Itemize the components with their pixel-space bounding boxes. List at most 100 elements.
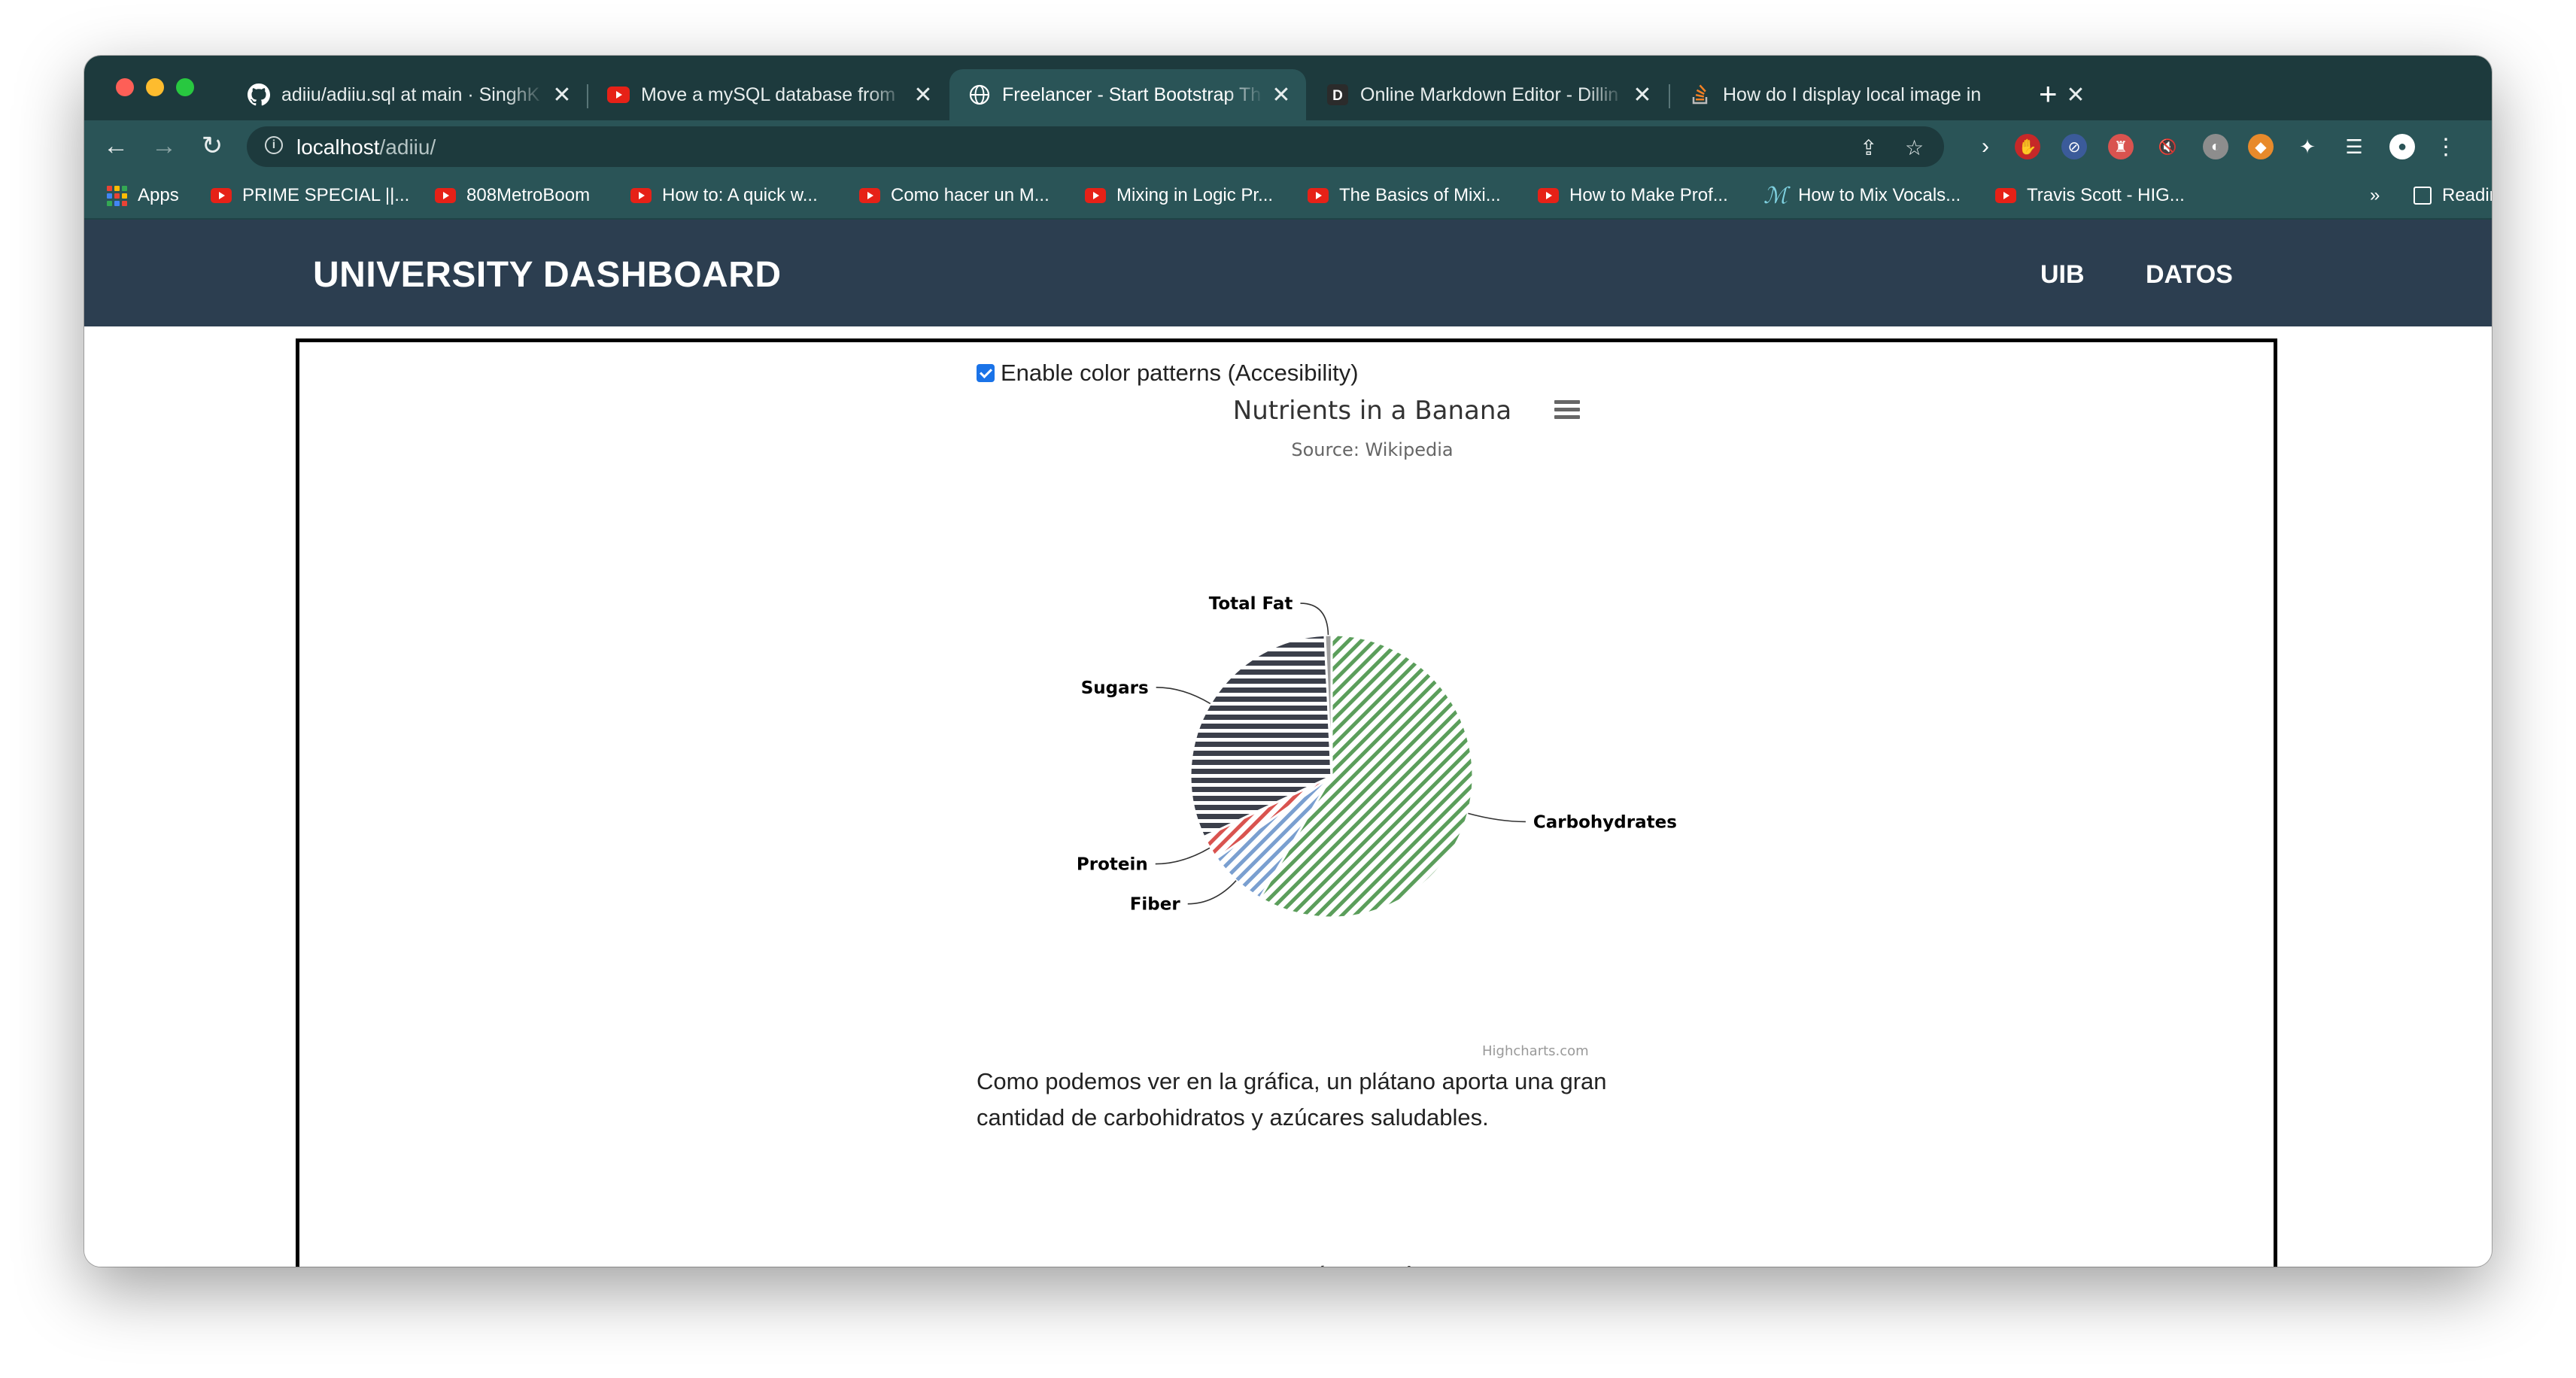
pie-label-sugars: Sugars xyxy=(1081,678,1149,698)
bookmark-item[interactable]: Mixing in Logic Pr... xyxy=(1085,184,1273,208)
bookmark-item[interactable]: PRIME SPECIAL ||... xyxy=(211,184,409,208)
data-label-connector xyxy=(1155,847,1211,865)
bookmark-label: Como hacer un M... xyxy=(891,185,1050,205)
chart-title: Nutrients in a Banana xyxy=(1232,396,1512,426)
mute-icon[interactable]: 🔇 xyxy=(2155,134,2180,159)
tab-freelancer[interactable]: Freelancer - Start Bootstrap Th ✕ xyxy=(949,69,1306,120)
bookmark-item[interactable]: ℳ How to Mix Vocals... xyxy=(1763,182,1961,209)
tab-stackoverflow[interactable]: How do I display local image in ✕ xyxy=(1670,69,2101,120)
tab-title: How do I display local image in xyxy=(1723,83,1982,105)
metamask-icon[interactable]: ◆ xyxy=(2248,134,2274,159)
close-window-button[interactable] xyxy=(116,78,134,96)
bookmark-apps[interactable]: Apps xyxy=(107,184,179,208)
tab-title: Move a mySQL database from xyxy=(641,83,896,105)
youtube-icon xyxy=(1538,188,1559,203)
forward-button[interactable]: → xyxy=(147,129,181,162)
bookmark-label: The Basics of Mixi... xyxy=(1339,185,1501,205)
bookmark-item[interactable]: How to Make Prof... xyxy=(1538,184,1728,208)
site-brand[interactable]: UNIVERSITY DASHBOARD xyxy=(313,254,782,296)
youtube-icon xyxy=(630,188,652,203)
url-text[interactable]: localhost/adiiu/ xyxy=(296,135,436,159)
puzzle-icon[interactable]: ✦ xyxy=(2295,134,2320,159)
page-content: Enable color patterns (Accesibility) Nut… xyxy=(84,326,2492,1267)
pie-label-fiber: Fiber xyxy=(1130,895,1181,915)
tab-github[interactable]: adiiu/adiiu.sql at main · SinghK ✕ xyxy=(229,69,587,120)
new-tab-button[interactable]: + xyxy=(2039,75,2058,113)
bookmark-item[interactable]: 808MetroBoom xyxy=(435,184,590,208)
tab-strip: adiiu/adiiu.sql at main · SinghK ✕ Move … xyxy=(84,56,2492,120)
mask-extension-icon[interactable]: ◐ xyxy=(2203,134,2228,159)
youtube-icon xyxy=(1085,188,1106,203)
bookmark-item[interactable]: The Basics of Mixi... xyxy=(1308,184,1501,208)
pattern-toggle[interactable]: Enable color patterns (Accesibility) xyxy=(977,360,1359,387)
highcharts-credit[interactable]: Highcharts.com xyxy=(1482,1043,1589,1059)
close-tab-icon[interactable]: ✕ xyxy=(551,82,573,108)
bookmark-item[interactable]: How to: A quick w... xyxy=(630,184,818,208)
reading-list-button[interactable]: Reading List xyxy=(2413,184,2492,208)
data-label-connector xyxy=(1187,880,1237,905)
bookmark-label: Mixing in Logic Pr... xyxy=(1116,185,1274,205)
bookmark-label: How to Make Prof... xyxy=(1569,185,1728,205)
ublock-icon[interactable]: ✋ xyxy=(2015,134,2040,159)
close-tab-icon[interactable]: ✕ xyxy=(912,82,934,108)
data-label-connector xyxy=(1156,687,1211,705)
pie-label-total-fat: Total Fat xyxy=(1209,594,1293,614)
browser-toolbar: ← → ↻ i localhost/adiiu/ ⇪ ☆ › ✋ ⊘ ♜ 🔇 ◐… xyxy=(84,120,2492,173)
tab-dillinger[interactable]: D Online Markdown Editor - Dillin ✕ xyxy=(1308,69,1667,120)
youtube-icon xyxy=(1308,188,1329,203)
media-queue-icon[interactable]: ☰ xyxy=(2341,134,2367,159)
bookmark-label: Travis Scott - HIG... xyxy=(2027,185,2185,205)
more-bookmarks-button[interactable]: » xyxy=(2370,184,2380,208)
reading-list-label: Reading List xyxy=(2442,185,2492,205)
minimize-window-button[interactable] xyxy=(146,78,164,96)
close-tab-icon[interactable]: ✕ xyxy=(2064,82,2087,108)
music-icon: ℳ xyxy=(1763,182,1788,209)
bookmark-label: 808MetroBoom xyxy=(466,185,591,205)
blocker-icon[interactable]: ⊘ xyxy=(2061,134,2087,159)
extension-arrow-icon[interactable]: › xyxy=(1973,134,1998,159)
pattern-checkbox-label: Enable color patterns (Accesibility) xyxy=(1001,360,1359,386)
youtube-icon xyxy=(859,188,880,203)
data-label-connector xyxy=(1468,812,1526,823)
back-button[interactable]: ← xyxy=(99,129,132,162)
tab-title: Freelancer - Start Bootstrap Th xyxy=(1002,83,1262,105)
tab-title: adiiu/adiiu.sql at main · SinghK xyxy=(281,83,540,105)
youtube-icon xyxy=(211,188,232,203)
bookmark-star-icon[interactable]: ☆ xyxy=(1905,135,1924,160)
github-icon xyxy=(247,83,271,107)
pie-label-carbohydrates: Carbohydrates xyxy=(1533,812,1677,832)
menu-dots-icon[interactable]: ⋮ xyxy=(2433,134,2459,159)
extension-figure-icon[interactable]: ♜ xyxy=(2108,134,2134,159)
bookmark-item[interactable]: Travis Scott - HIG... xyxy=(1995,184,2185,208)
bookmark-item[interactable]: Como hacer un M... xyxy=(859,184,1050,208)
chart-description: Como podemos ver en la gráfica, un pláta… xyxy=(977,1068,1607,1131)
dillinger-icon: D xyxy=(1326,83,1350,107)
site-info-icon[interactable]: i xyxy=(265,136,283,154)
youtube-icon xyxy=(606,83,630,107)
pattern-checkbox[interactable] xyxy=(977,364,995,382)
address-bar[interactable]: i localhost/adiiu/ ⇪ ☆ xyxy=(247,126,1944,167)
chart-subtitle: Source: Wikipedia xyxy=(1291,439,1454,460)
reload-button[interactable]: ↻ xyxy=(196,129,229,162)
tab-mysql[interactable]: Move a mySQL database from ✕ xyxy=(588,69,948,120)
nav-link-datos[interactable]: DATOS xyxy=(2146,260,2233,290)
bookmark-label: How to Mix Vocals... xyxy=(1798,185,1961,205)
reading-list-icon xyxy=(2413,187,2432,205)
close-tab-icon[interactable]: ✕ xyxy=(1270,82,1293,108)
data-label-connector xyxy=(1300,602,1329,636)
site-navbar: UNIVERSITY DASHBOARD UIB DATOS xyxy=(84,220,2492,326)
youtube-icon xyxy=(435,188,456,203)
svg-text:D: D xyxy=(1332,88,1343,104)
bookmarks-bar: Apps PRIME SPECIAL ||... 808MetroBoom Ho… xyxy=(84,173,2492,220)
browser-window: adiiu/adiiu.sql at main · SinghK ✕ Move … xyxy=(84,56,2492,1267)
close-tab-icon[interactable]: ✕ xyxy=(1631,82,1654,108)
tab-title: Online Markdown Editor - Dillin xyxy=(1360,83,1619,105)
chart-menu-icon[interactable] xyxy=(1554,400,1580,420)
profile-avatar-icon[interactable]: ● xyxy=(2389,134,2415,159)
share-icon[interactable]: ⇪ xyxy=(1860,135,1877,160)
zoom-window-button[interactable] xyxy=(176,78,194,96)
apps-icon xyxy=(107,185,127,206)
nav-link-uib[interactable]: UIB xyxy=(2040,260,2085,290)
bookmark-label: Apps xyxy=(138,185,179,205)
bookmark-label: PRIME SPECIAL ||... xyxy=(242,185,410,205)
